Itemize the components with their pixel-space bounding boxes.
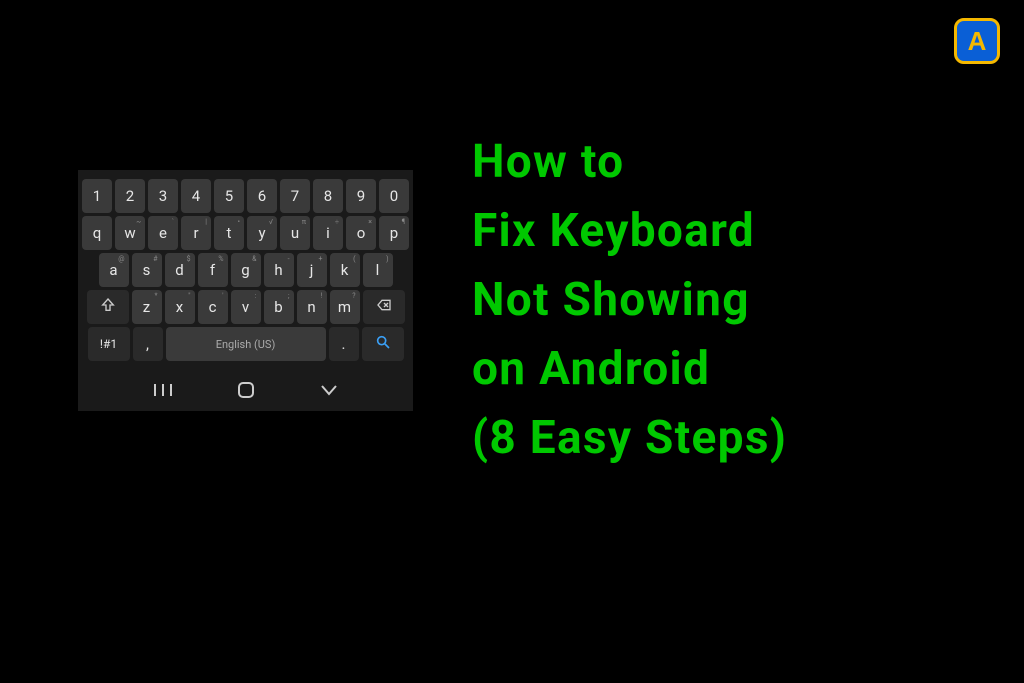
title-line-4: on Android [472, 335, 787, 404]
nav-home-icon[interactable] [235, 379, 257, 401]
key-l[interactable]: l) [363, 253, 393, 287]
key-o[interactable]: o× [346, 216, 376, 250]
shift-icon [100, 297, 116, 317]
key-u[interactable]: uπ [280, 216, 310, 250]
brand-logo: A [954, 18, 1000, 64]
key-b[interactable]: b; [264, 290, 294, 324]
nav-back-icon[interactable] [318, 379, 340, 401]
key-y[interactable]: y√ [247, 216, 277, 250]
key-9[interactable]: 9 [346, 179, 376, 213]
key-j[interactable]: j+ [297, 253, 327, 287]
key-7[interactable]: 7 [280, 179, 310, 213]
key-v[interactable]: v: [231, 290, 261, 324]
key-2[interactable]: 2 [115, 179, 145, 213]
key-g[interactable]: g& [231, 253, 261, 287]
key-4[interactable]: 4 [181, 179, 211, 213]
keyboard-row-qwerty: q w~ e` r| t• y√ uπ i÷ o× p¶ [81, 216, 410, 250]
key-z[interactable]: z* [132, 290, 162, 324]
key-k[interactable]: k( [330, 253, 360, 287]
key-x[interactable]: x" [165, 290, 195, 324]
logo-letter: A [968, 26, 987, 57]
key-6[interactable]: 6 [247, 179, 277, 213]
key-a[interactable]: a@ [99, 253, 129, 287]
key-e[interactable]: e` [148, 216, 178, 250]
android-keyboard: 1 2 3 4 5 6 7 8 9 0 q w~ e` r| t• y√ uπ … [78, 170, 413, 411]
keyboard-row-numbers: 1 2 3 4 5 6 7 8 9 0 [81, 179, 410, 213]
key-r[interactable]: r| [181, 216, 211, 250]
key-i[interactable]: i÷ [313, 216, 343, 250]
key-p[interactable]: p¶ [379, 216, 409, 250]
title-line-1: How to [472, 128, 787, 197]
key-d[interactable]: d$ [165, 253, 195, 287]
key-comma[interactable]: , [133, 327, 163, 361]
nav-recents-icon[interactable] [152, 379, 174, 401]
title-line-3: Not Showing [472, 266, 787, 335]
key-period[interactable]: . [329, 327, 359, 361]
backspace-icon [376, 297, 392, 317]
search-icon [375, 334, 391, 354]
key-space[interactable]: English (US) [166, 327, 326, 361]
title-line-2: Fix Keyboard [472, 197, 787, 266]
keyboard-row-zxcv: z* x" c' v: b; n! m? [81, 290, 410, 324]
key-w[interactable]: w~ [115, 216, 145, 250]
key-m[interactable]: m? [330, 290, 360, 324]
key-0[interactable]: 0 [379, 179, 409, 213]
article-title: How to Fix Keyboard Not Showing on Andro… [472, 128, 787, 473]
key-h[interactable]: h- [264, 253, 294, 287]
key-q[interactable]: q [82, 216, 112, 250]
keyboard-row-asdf: a@ s# d$ f% g& h- j+ k( l) [81, 253, 410, 287]
key-backspace[interactable] [363, 290, 405, 324]
key-n[interactable]: n! [297, 290, 327, 324]
key-search[interactable] [362, 327, 404, 361]
key-3[interactable]: 3 [148, 179, 178, 213]
keyboard-row-bottom: !#1 , English (US) . [81, 327, 410, 361]
key-f[interactable]: f% [198, 253, 228, 287]
key-5[interactable]: 5 [214, 179, 244, 213]
title-line-5: (8 Easy Steps) [472, 404, 787, 473]
key-t[interactable]: t• [214, 216, 244, 250]
key-8[interactable]: 8 [313, 179, 343, 213]
key-c[interactable]: c' [198, 290, 228, 324]
android-nav-bar [81, 379, 410, 401]
key-symbols[interactable]: !#1 [88, 327, 130, 361]
key-s[interactable]: s# [132, 253, 162, 287]
key-1[interactable]: 1 [82, 179, 112, 213]
key-shift[interactable] [87, 290, 129, 324]
